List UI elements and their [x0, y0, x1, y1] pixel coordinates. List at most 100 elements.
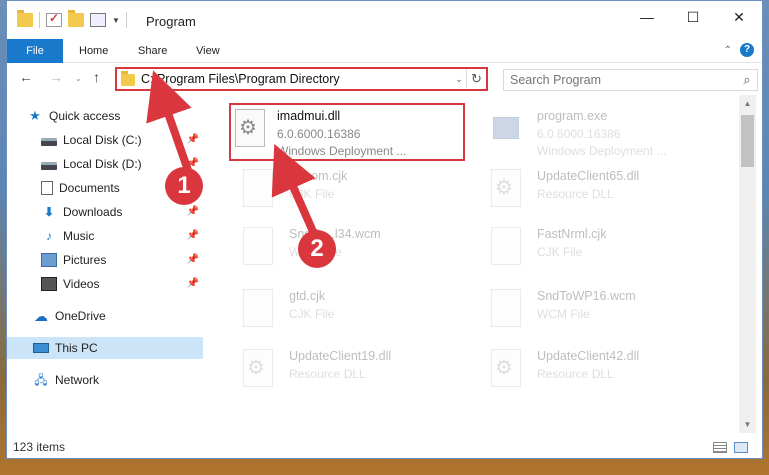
- back-arrow-icon[interactable]: ←: [19, 69, 33, 85]
- folder-icon: [121, 71, 135, 86]
- sidebar-item-this-pc[interactable]: This PC: [7, 337, 203, 359]
- view-icon[interactable]: [90, 13, 106, 27]
- collapse-ribbon-icon[interactable]: ⌃: [724, 45, 732, 56]
- address-bar[interactable]: C:\Program Files\Program Directory ⌄ ↻: [115, 67, 488, 91]
- scroll-down-icon[interactable]: ▼: [739, 416, 756, 433]
- sidebar-item-label: OneDrive: [55, 309, 106, 323]
- drive-icon: [41, 138, 57, 146]
- search-box[interactable]: ⌕: [503, 69, 758, 91]
- gear-icon: ⚙: [239, 117, 257, 139]
- step-badge-1: 1: [165, 167, 203, 205]
- file-type: WCM File: [537, 307, 590, 321]
- sidebar-item-label: Local Disk (D:): [63, 157, 142, 171]
- dll-file-icon: ⚙: [243, 349, 273, 387]
- file-item-program-exe[interactable]: program.exe 6.0.6000.16386 Windows Deplo…: [477, 105, 717, 161]
- sidebar-item-label: Network: [55, 373, 100, 387]
- forward-arrow-icon[interactable]: →: [49, 69, 63, 85]
- new-folder-icon[interactable]: [68, 10, 84, 27]
- file-item[interactable]: FastNrml.cjk CJK File: [477, 223, 717, 279]
- address-path[interactable]: C:\Program Files\Program Directory: [141, 72, 452, 86]
- help-icon[interactable]: ?: [740, 43, 754, 57]
- scroll-up-icon[interactable]: ▲: [739, 95, 756, 112]
- file-name: Bt...om.cjk: [289, 169, 348, 183]
- sidebar-item-downloads[interactable]: ⬇ Downloads 📌: [7, 201, 203, 223]
- quick-access-toolbar: ▼: [17, 10, 127, 28]
- pin-icon[interactable]: 📌: [187, 278, 199, 289]
- documents-icon: [41, 181, 53, 195]
- dll-file-icon: ⚙: [491, 349, 521, 387]
- gear-icon: ⚙: [495, 357, 513, 379]
- tab-view[interactable]: View: [196, 39, 220, 63]
- details-view-icon[interactable]: [713, 442, 727, 453]
- file-type: Resource DLL: [537, 187, 614, 201]
- file-name: program.exe: [537, 109, 608, 123]
- sidebar-item-network[interactable]: 🖧 Network: [7, 369, 203, 391]
- step-badge-2: 2: [298, 230, 336, 268]
- pin-icon[interactable]: 📌: [187, 230, 199, 241]
- file-item[interactable]: ⚙ UpdateClient19.dll Resource DLL: [229, 345, 469, 401]
- customize-toolbar-caret-icon[interactable]: ▼: [112, 16, 120, 25]
- application-icon: [493, 117, 519, 139]
- file-item[interactable]: SndToWP16.wcm WCM File: [477, 285, 717, 341]
- sidebar-item-label: This PC: [55, 341, 98, 355]
- file-name: UpdateClient19.dll: [289, 349, 392, 363]
- sidebar-item-onedrive[interactable]: ☁ OneDrive: [7, 305, 203, 327]
- recent-locations-caret-icon[interactable]: ⌄: [75, 74, 82, 83]
- properties-check-icon[interactable]: [46, 11, 62, 27]
- scrollbar-thumb[interactable]: [741, 115, 754, 167]
- sidebar-item-label: Quick access: [49, 109, 121, 123]
- window-controls: — ☐ ✕: [624, 1, 762, 33]
- tab-file[interactable]: File: [7, 39, 63, 63]
- pin-icon[interactable]: 📌: [187, 254, 199, 265]
- large-icons-view-icon[interactable]: [734, 442, 748, 453]
- file-icon: [243, 227, 273, 265]
- file-item[interactable]: gtd.cjk CJK File: [229, 285, 469, 341]
- sidebar-item-quick-access[interactable]: ★ Quick access: [27, 105, 203, 127]
- pin-icon[interactable]: 📌: [187, 134, 199, 145]
- close-button[interactable]: ✕: [716, 1, 762, 33]
- onedrive-icon: ☁: [34, 308, 48, 324]
- file-version: 6.0.6000.16386: [277, 127, 361, 141]
- pin-icon[interactable]: 📌: [187, 206, 199, 217]
- search-icon[interactable]: ⌕: [737, 72, 757, 88]
- file-description: Windows Deployment ...: [537, 144, 667, 158]
- dll-file-icon: ⚙: [235, 109, 265, 147]
- file-icon: [491, 289, 521, 327]
- drive-icon: [41, 162, 57, 170]
- file-type: CJK File: [289, 187, 335, 201]
- file-item[interactable]: ⚙ UpdateClient42.dll Resource DLL: [477, 345, 717, 401]
- sidebar-item-local-disk-c[interactable]: Local Disk (C:) 📌: [7, 129, 203, 151]
- file-item[interactable]: SndTo...l34.wcm WCM File: [229, 223, 469, 279]
- music-icon: ♪: [46, 229, 52, 243]
- tab-share[interactable]: Share: [138, 39, 167, 63]
- sidebar-item-label: Music: [63, 229, 95, 243]
- file-item-imadmui[interactable]: ⚙ imadmui.dll 6.0.6000.16386 Windows Dep…: [229, 103, 465, 161]
- address-dropdown-icon[interactable]: ⌄: [452, 74, 466, 85]
- file-type: CJK File: [537, 245, 583, 259]
- file-name: gtd.cjk: [289, 289, 326, 303]
- downloads-icon: ⬇: [43, 205, 55, 219]
- gear-icon: ⚙: [247, 357, 265, 379]
- sidebar-item-pictures[interactable]: Pictures 📌: [7, 249, 203, 271]
- file-description: Windows Deployment ...: [277, 144, 407, 158]
- file-icon: [491, 227, 521, 265]
- sidebar-item-music[interactable]: ♪ Music 📌: [7, 225, 203, 247]
- sidebar-item-label: Downloads: [63, 205, 123, 219]
- maximize-button[interactable]: ☐: [670, 1, 716, 33]
- sidebar-item-label: Documents: [59, 181, 120, 195]
- divider: [125, 12, 127, 28]
- file-item[interactable]: ⚙ UpdateClient65.dll Resource DLL: [477, 165, 717, 221]
- vertical-scrollbar[interactable]: ▲ ▼: [739, 95, 756, 433]
- up-arrow-icon[interactable]: ↑: [93, 69, 100, 85]
- file-type: Resource DLL: [537, 367, 614, 381]
- ribbon-tabs: File Home Share View ⌃ ?: [7, 39, 762, 63]
- tab-home[interactable]: Home: [79, 39, 108, 63]
- sidebar-item-videos[interactable]: Videos 📌: [7, 273, 203, 295]
- folder-icon[interactable]: [17, 10, 33, 27]
- search-input[interactable]: [510, 73, 737, 87]
- minimize-button[interactable]: —: [624, 1, 670, 33]
- file-name: FastNrml.cjk: [537, 227, 607, 241]
- file-item[interactable]: Bt...om.cjk CJK File: [229, 165, 469, 221]
- sidebar-item-label: Pictures: [63, 253, 107, 267]
- refresh-icon[interactable]: ↻: [466, 69, 486, 89]
